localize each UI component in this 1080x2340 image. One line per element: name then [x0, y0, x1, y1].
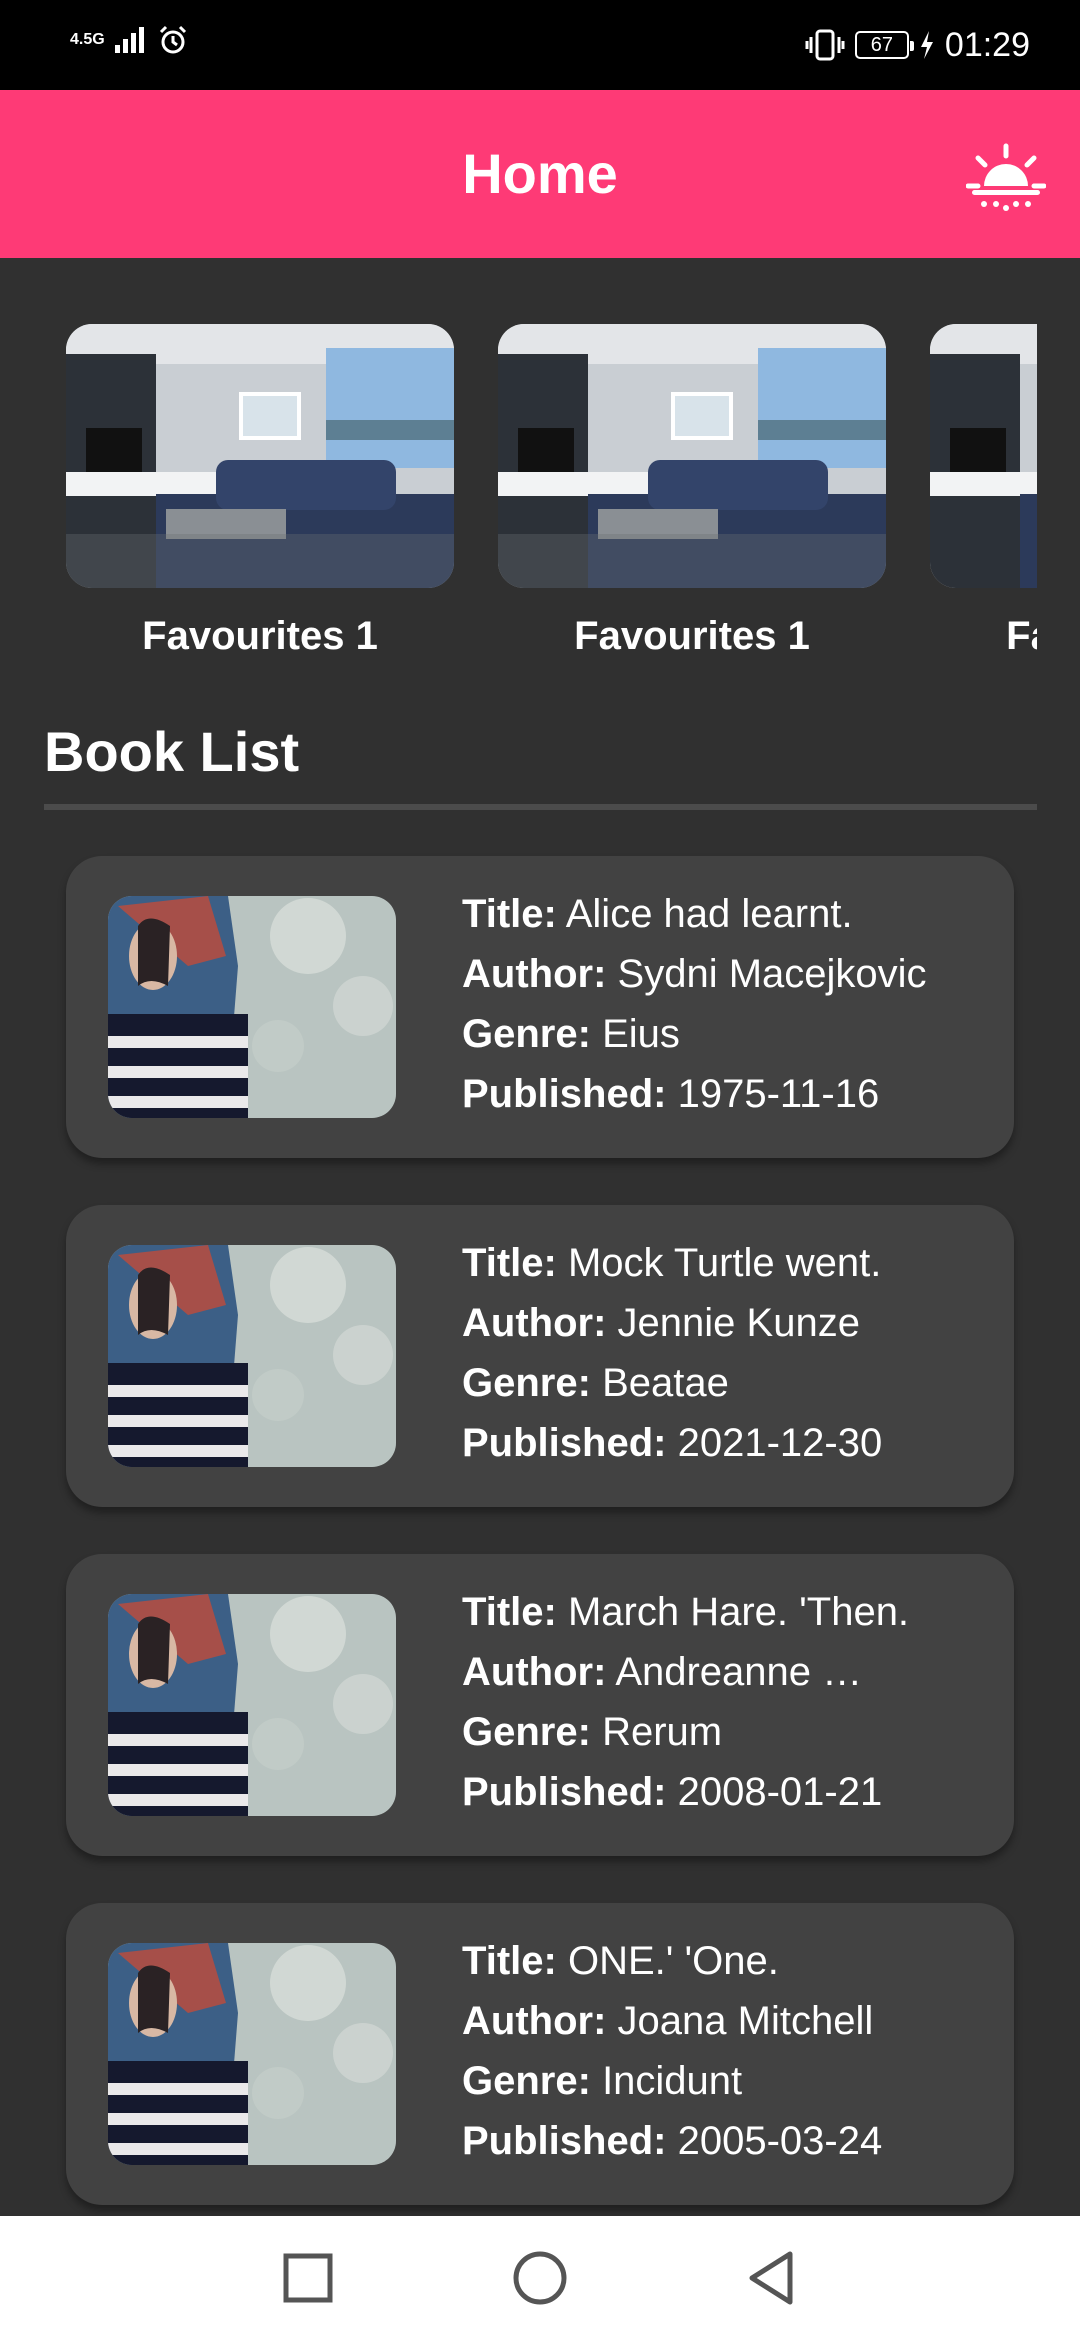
battery-level: 67 [870, 34, 894, 56]
recents-button[interactable] [276, 2246, 340, 2310]
published-label: Published: [462, 1072, 667, 1116]
title-label: Title: [462, 892, 557, 936]
status-right: 67 01:29 [805, 22, 1030, 68]
book-info: Title: Alice had learnt. Author: Sydni M… [462, 884, 982, 1124]
book-author-row: Author: Andreanne … [462, 1642, 982, 1702]
app-bar: Home [0, 90, 1080, 258]
favourites-carousel[interactable]: Favourites 1 Favourites 1 F [0, 258, 1037, 678]
back-button[interactable] [740, 2246, 804, 2310]
book-title-row: Title: Mock Turtle went. [462, 1233, 982, 1293]
book-genre: Rerum [602, 1710, 723, 1754]
status-time: 01:29 [944, 26, 1030, 64]
book-title: ONE.' 'One. [567, 1939, 779, 1983]
book-genre: Beatae [602, 1361, 729, 1405]
book-published-row: Published: 2005-03-24 [462, 2111, 982, 2171]
book-genre: Incidunt [602, 2059, 743, 2103]
published-label: Published: [462, 1421, 667, 1465]
title-label: Title: [462, 1590, 557, 1634]
home-button[interactable] [508, 2246, 572, 2310]
book-title-row: Title: March Hare. 'Then. [462, 1582, 982, 1642]
book-author: Joana Mitchell [617, 1999, 874, 2043]
favourite-label: Favourites 1 [1006, 614, 1037, 658]
published-label: Published: [462, 2119, 667, 2163]
divider [44, 804, 1037, 810]
genre-label: Genre: [462, 1361, 591, 1405]
author-label: Author: [462, 952, 607, 996]
book-card[interactable]: Title: March Hare. 'Then. Author: Andrea… [66, 1554, 1014, 1856]
author-label: Author: [462, 1650, 607, 1694]
book-card[interactable]: Title: ONE.' 'One. Author: Joana Mitchel… [66, 1903, 1014, 2205]
genre-label: Genre: [462, 2059, 591, 2103]
genre-label: Genre: [462, 1710, 591, 1754]
book-published: 2021-12-30 [677, 1421, 883, 1465]
book-cover-image [108, 1594, 396, 1816]
book-genre-row: Genre: Incidunt [462, 2051, 982, 2111]
book-genre-row: Genre: Eius [462, 1004, 982, 1064]
favourite-card[interactable]: Favourites 1 [498, 324, 886, 659]
status-bar: 4.5G 67 01:29 [0, 0, 1080, 90]
favourite-card[interactable]: Favourites 1 [66, 324, 454, 659]
favourite-image [930, 324, 1037, 588]
book-title-row: Title: Alice had learnt. [462, 884, 982, 944]
system-nav-bar [0, 2216, 1080, 2340]
title-label: Title: [462, 1241, 557, 1285]
published-label: Published: [462, 1770, 667, 1814]
book-published-row: Published: 2008-01-21 [462, 1762, 982, 1822]
book-title: Mock Turtle went. [567, 1241, 882, 1285]
favourite-label: Favourites 1 [574, 614, 810, 658]
page-title: Home [462, 142, 618, 205]
alarm-icon [159, 25, 186, 54]
book-title-row: Title: ONE.' 'One. [462, 1931, 982, 1991]
book-author: Jennie Kunze [617, 1301, 860, 1345]
book-published-row: Published: 1975-11-16 [462, 1064, 982, 1124]
status-left: 4.5G [70, 24, 189, 56]
book-published: 2008-01-21 [677, 1770, 883, 1814]
book-info: Title: ONE.' 'One. Author: Joana Mitchel… [462, 1931, 982, 2171]
book-title: Alice had learnt. [565, 892, 853, 936]
book-published: 2005-03-24 [677, 2119, 883, 2163]
book-genre-row: Genre: Rerum [462, 1702, 982, 1762]
signal-icon [114, 27, 144, 53]
book-author-row: Author: Sydni Macejkovic [462, 944, 982, 1004]
book-info: Title: Mock Turtle went. Author: Jennie … [462, 1233, 982, 1473]
book-cover-image [108, 1245, 396, 1467]
book-author-row: Author: Jennie Kunze [462, 1293, 982, 1353]
book-published-row: Published: 2021-12-30 [462, 1413, 982, 1473]
book-title: March Hare. 'Then. [567, 1590, 910, 1634]
book-genre: Eius [602, 1012, 680, 1056]
screen: 4.5G 67 01:29 Home Favourites 1 Favourit… [0, 0, 1080, 2340]
book-cover-image [108, 896, 396, 1118]
book-card[interactable]: Title: Mock Turtle went. Author: Jennie … [66, 1205, 1014, 1507]
book-author: Sydni Macejkovic [617, 952, 927, 996]
book-genre-row: Genre: Beatae [462, 1353, 982, 1413]
book-card[interactable]: Title: Alice had learnt. Author: Sydni M… [66, 856, 1014, 1158]
battery-icon: 67 [854, 31, 914, 59]
network-type: 4.5G [70, 31, 105, 48]
book-info: Title: March Hare. 'Then. Author: Andrea… [462, 1582, 982, 1822]
book-cover-image [108, 1943, 396, 2165]
book-author: Andreanne … [615, 1650, 863, 1694]
favourite-image [66, 324, 454, 588]
title-label: Title: [462, 1939, 557, 1983]
charging-icon [920, 31, 933, 59]
genre-label: Genre: [462, 1012, 591, 1056]
author-label: Author: [462, 1999, 607, 2043]
favourite-card[interactable]: Favourites 1 [930, 324, 1037, 659]
author-label: Author: [462, 1301, 607, 1345]
book-list-heading: Book List [44, 720, 300, 783]
favourite-label: Favourites 1 [142, 614, 378, 658]
vibrate-icon [805, 29, 845, 61]
favourite-image [498, 324, 886, 588]
book-published: 1975-11-16 [677, 1072, 880, 1116]
book-author-row: Author: Joana Mitchell [462, 1991, 982, 2051]
theme-toggle-icon[interactable] [966, 142, 1046, 214]
